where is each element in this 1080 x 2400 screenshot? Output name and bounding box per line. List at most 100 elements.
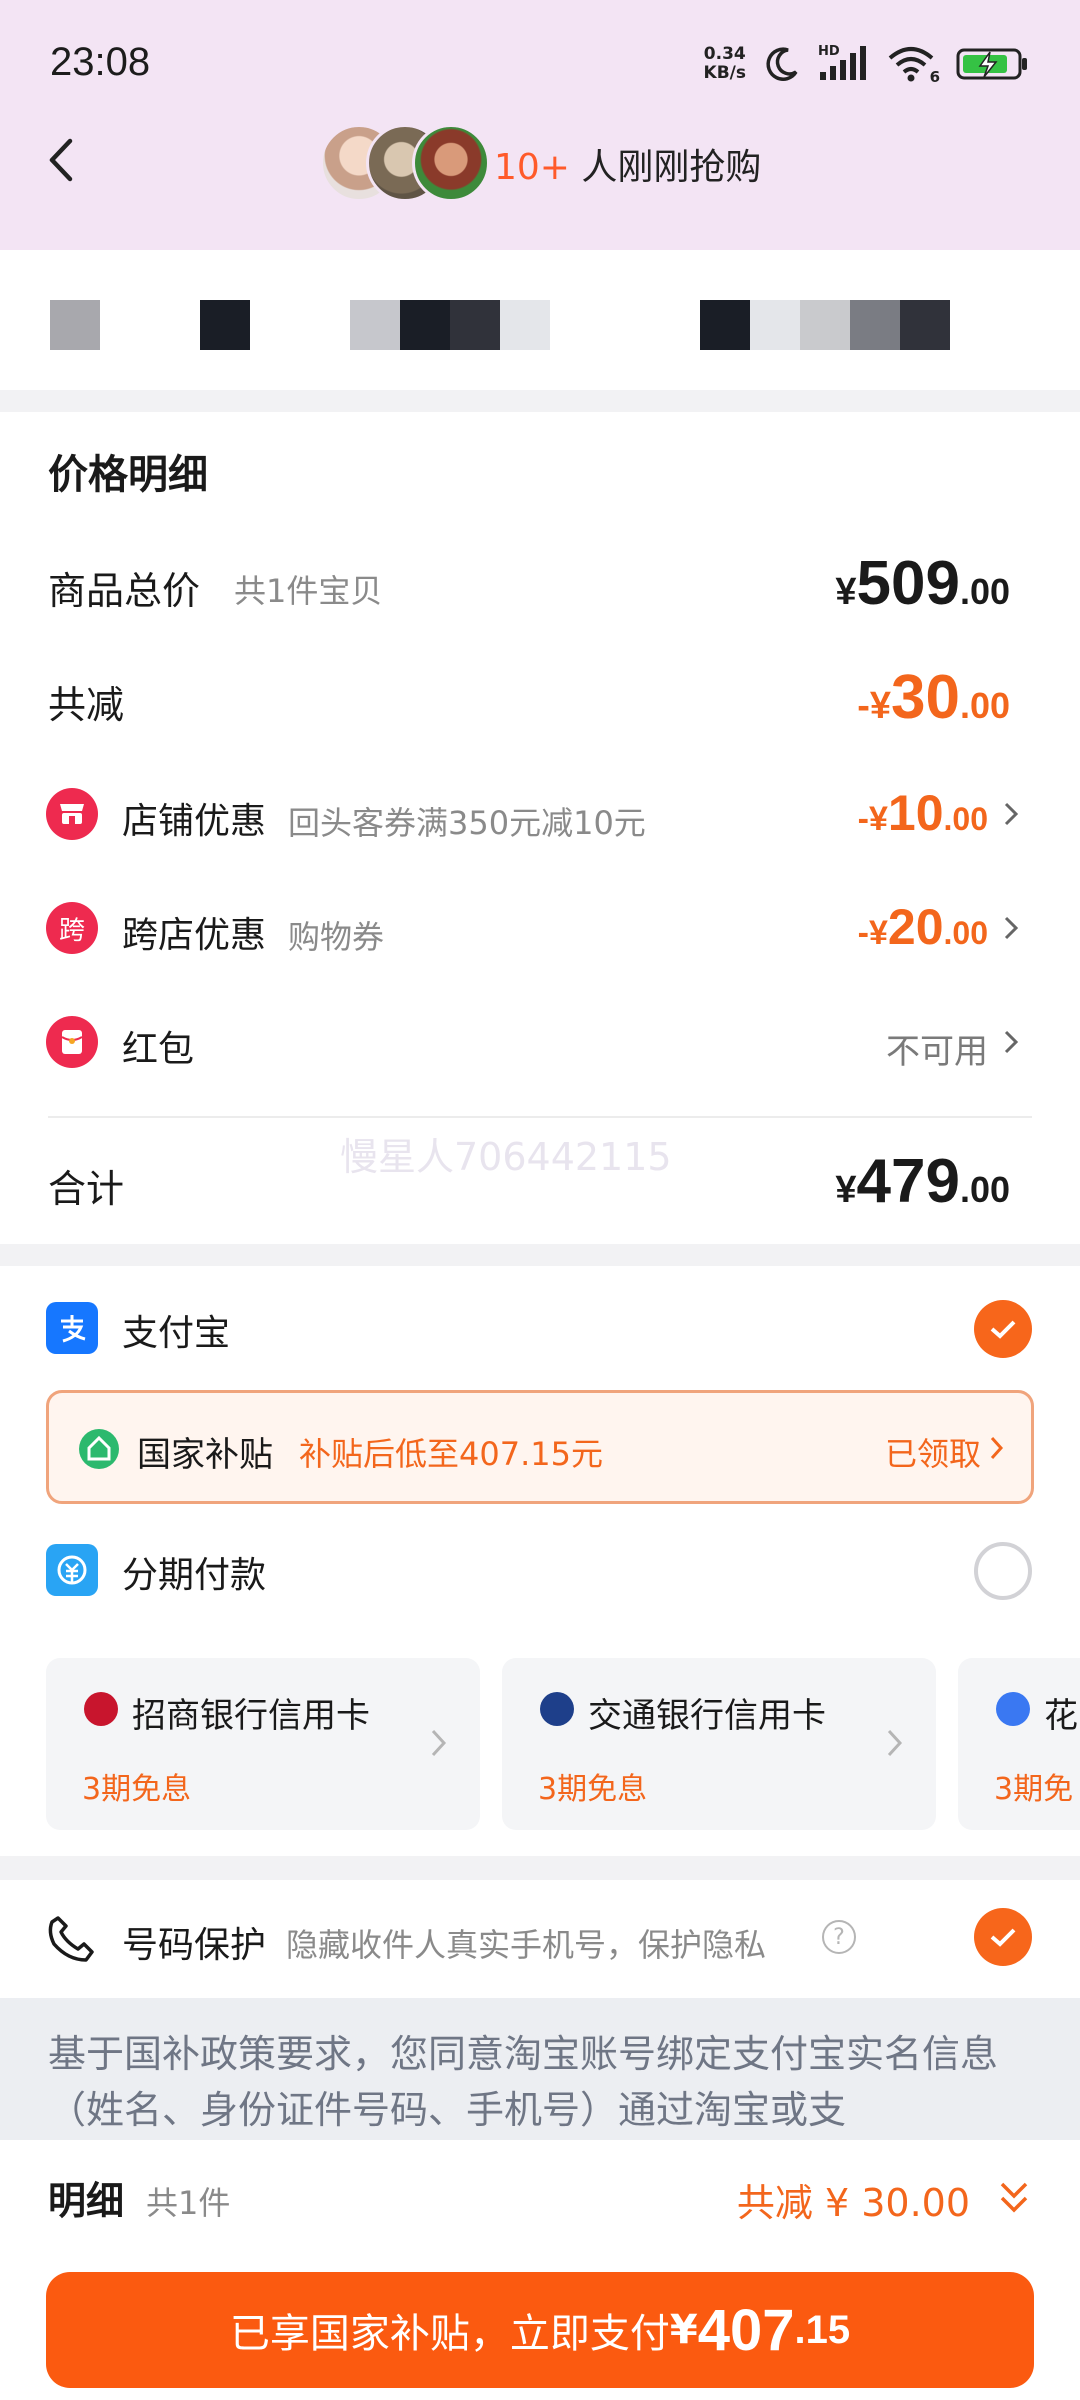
subsidy-status: 已领取	[884, 1435, 981, 1473]
redacted-block	[50, 300, 100, 350]
cross-shop-desc: 购物券	[288, 918, 385, 956]
number-protect-desc: 隐藏收件人真实手机号，保护隐私	[286, 1926, 767, 1964]
redacted-block	[400, 300, 450, 350]
redacted-block	[200, 300, 250, 350]
bank-card-option[interactable]: 花 3期免	[958, 1658, 1080, 1830]
cross-shop-amount: -¥20.00	[857, 899, 988, 955]
installment-row[interactable]: 分期付款	[0, 1522, 1080, 1612]
wifi-icon: 6	[886, 44, 940, 86]
bank-card-name: 花	[1044, 1696, 1078, 1736]
alipay-row[interactable]: 支付宝	[0, 1280, 1080, 1370]
installment-radio[interactable]	[974, 1542, 1032, 1600]
goods-total-sub: 共1件宝贝	[234, 572, 383, 610]
goods-total-label: 商品总价	[48, 569, 201, 613]
net-speed-value: 0.34	[703, 44, 746, 64]
sum-label: 合计	[48, 1167, 125, 1211]
alipay-check-icon[interactable]	[974, 1300, 1032, 1358]
status-bar: 23:08 0.34 KB/s HD 6	[0, 0, 1080, 130]
shop-coupon-desc: 回头客券满350元减10元	[288, 804, 646, 842]
avatar	[412, 124, 490, 202]
store-coupon-icon	[46, 788, 98, 840]
payment-card: 支付宝 国家补贴 补贴后低至407.15元 已领取 分期付款 招商银行信用卡 3…	[0, 1266, 1080, 1856]
pay-amount-int: 407	[697, 2297, 795, 2363]
discount-total-amount: -¥30.00	[857, 663, 1010, 732]
chevron-right-icon	[1004, 916, 1019, 940]
chevron-right-icon	[431, 1729, 447, 1757]
policy-notice: 基于国补政策要求，您同意淘宝账号绑定支付宝实名信息（姓名、身份证件号码、手机号）…	[0, 1998, 1080, 2140]
goods-total-amount: ¥509.00	[835, 549, 1010, 618]
bank-card-term: 3期免	[994, 1772, 1074, 1807]
cross-shop-row[interactable]: 跨 跨店优惠 购物券 -¥20.00	[0, 888, 1080, 968]
bank-card-option[interactable]: 交通银行信用卡 3期免息	[502, 1658, 936, 1830]
moon-icon	[766, 47, 798, 81]
redacted-block	[450, 300, 500, 350]
cross-shop-icon: 跨	[46, 902, 98, 954]
subsidy-desc: 补贴后低至407.15元	[299, 1435, 603, 1473]
net-speed: 0.34 KB/s	[704, 45, 746, 83]
address-card[interactable]	[0, 250, 1080, 390]
buyer-avatars	[320, 124, 490, 202]
pay-button[interactable]: 已享国家补贴，立即支付 ¥407.15	[46, 2272, 1034, 2388]
sum-row: 合计 ¥479.00	[0, 1140, 1080, 1220]
bottom-bar: 明细 共1件 共减 ¥ 30.00 已享国家补贴，立即支付 ¥407.15	[0, 2140, 1080, 2400]
chevron-right-icon	[887, 1729, 903, 1757]
huabei-logo-icon	[996, 1692, 1030, 1726]
price-detail-card: 价格明细 商品总价 共1件宝贝 ¥509.00 共减 -¥30.00 店铺优惠 …	[0, 412, 1080, 1244]
bank-card-name: 交通银行信用卡	[588, 1696, 826, 1736]
discount-total-label: 共减	[48, 683, 125, 727]
help-icon[interactable]: ?	[822, 1920, 856, 1954]
number-protect-row[interactable]: 号码保护 隐藏收件人真实手机号，保护隐私 ?	[0, 1880, 1080, 1998]
redacted-block	[350, 300, 400, 350]
bank-card-term: 3期免息	[538, 1772, 648, 1807]
policy-notice-text: 基于国补政策要求，您同意淘宝账号绑定支付宝实名信息（姓名、身份证件号码、手机号）…	[48, 2032, 999, 2132]
header: 23:08 0.34 KB/s HD 6 10+ 人刚刚抢购	[0, 0, 1080, 250]
installment-label: 分期付款	[122, 1555, 267, 1596]
discount-total-row: 共减 -¥30.00	[0, 656, 1080, 736]
bank-card-option[interactable]: 招商银行信用卡 3期免息	[46, 1658, 480, 1830]
buyer-count: 10+	[494, 147, 570, 188]
chevron-right-icon	[1004, 802, 1019, 826]
recent-buyers-text: 10+ 人刚刚抢购	[494, 138, 761, 190]
status-time: 23:08	[50, 40, 151, 84]
installment-icon	[46, 1544, 98, 1596]
shop-coupon-label: 店铺优惠	[122, 801, 267, 842]
total-discount[interactable]: 共减 ¥ 30.00	[737, 2172, 970, 2227]
shop-coupon-row[interactable]: 店铺优惠 回头客券满350元减10元 -¥10.00	[0, 774, 1080, 854]
national-subsidy-banner[interactable]: 国家补贴 补贴后低至407.15元 已领取	[46, 1390, 1034, 1504]
detail-count: 共1件	[146, 2184, 231, 2222]
detail-label[interactable]: 明细	[48, 2170, 124, 2225]
buyer-text: 人刚刚抢购	[569, 147, 762, 188]
bocom-logo-icon	[540, 1692, 574, 1726]
subsidy-title: 国家补贴	[137, 1435, 273, 1475]
sum-amount: ¥479.00	[835, 1147, 1010, 1216]
red-packet-row[interactable]: 红包 不可用	[0, 1002, 1080, 1082]
national-subsidy-icon	[79, 1429, 119, 1469]
status-icons: 0.34 KB/s HD 6	[704, 44, 1030, 86]
divider	[48, 1116, 1032, 1118]
cmb-logo-icon	[84, 1692, 118, 1726]
redacted-block	[750, 300, 800, 350]
chevron-right-icon	[1004, 1030, 1019, 1054]
pay-currency: ¥	[669, 2307, 698, 2353]
shop-coupon-amount: -¥10.00	[857, 785, 988, 841]
number-protect-label: 号码保护	[122, 1925, 267, 1966]
net-speed-unit: KB/s	[703, 63, 746, 83]
installment-card-list: 招商银行信用卡 3期免息 交通银行信用卡 3期免息 花 3期免	[46, 1658, 1080, 1830]
back-arrow-icon[interactable]	[40, 135, 90, 185]
redacted-block	[800, 300, 850, 350]
redacted-block	[900, 300, 950, 350]
double-chevron-down-icon[interactable]	[996, 2178, 1032, 2218]
bank-card-term: 3期免息	[82, 1772, 192, 1807]
number-protect-check-icon[interactable]	[974, 1908, 1032, 1966]
red-packet-icon	[46, 1016, 98, 1068]
price-detail-title: 价格明细	[48, 452, 208, 498]
goods-total-row: 商品总价 共1件宝贝 ¥509.00	[0, 542, 1080, 622]
alipay-label: 支付宝	[122, 1313, 231, 1354]
red-packet-label: 红包	[122, 1029, 195, 1070]
redacted-block	[850, 300, 900, 350]
phone-icon	[48, 1916, 94, 1962]
red-packet-status: 不可用	[886, 1032, 988, 1072]
cross-shop-label: 跨店优惠	[122, 915, 267, 956]
alipay-icon	[46, 1302, 98, 1354]
redacted-block	[700, 300, 750, 350]
